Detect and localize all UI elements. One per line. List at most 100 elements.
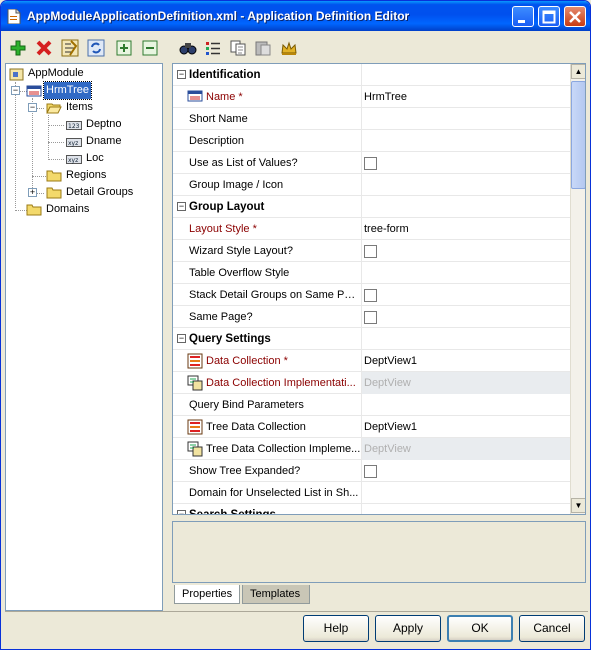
property-label: Data Collection *	[173, 350, 362, 372]
crown-button[interactable]	[278, 37, 300, 59]
section-title: Query Settings	[173, 328, 362, 350]
navigator-tree: AppModule − HrmTree − Items 123 Deptno x…	[5, 63, 163, 611]
property-label: Name *	[173, 86, 362, 108]
tree-item-regions[interactable]: Regions	[6, 167, 162, 184]
document-icon	[7, 8, 21, 25]
property-value-domain-unselected[interactable]	[362, 482, 570, 504]
property-row-domain-unselected[interactable]: Domain for Unselected List in Sh...	[173, 482, 570, 504]
property-value-group-image[interactable]	[362, 174, 570, 196]
property-value-data-collection[interactable]: DeptView1	[362, 350, 570, 372]
property-value-tree-data-collection[interactable]: DeptView1	[362, 416, 570, 438]
tree-item-domains[interactable]: Domains	[6, 201, 162, 218]
property-label: Wizard Style Layout?	[173, 240, 362, 262]
crown-icon	[281, 41, 297, 55]
property-row-table-overflow[interactable]: Table Overflow Style	[173, 262, 570, 284]
property-row-stack-detail[interactable]: Stack Detail Groups on Same Page?	[173, 284, 570, 306]
refresh-button[interactable]	[85, 37, 107, 59]
property-value-stack-detail	[362, 284, 570, 306]
show-tree-expanded-checkbox[interactable]	[364, 465, 377, 478]
property-row-data-collection[interactable]: Data Collection * DeptView1	[173, 350, 570, 372]
property-row-description[interactable]: Description	[173, 130, 570, 152]
property-value-description[interactable]	[362, 130, 570, 152]
tree-item-hrmtree[interactable]: − HrmTree	[6, 81, 162, 100]
property-label: Short Name	[173, 108, 362, 130]
property-row-layout-style[interactable]: Layout Style * tree-form	[173, 218, 570, 240]
find-button[interactable]	[177, 37, 199, 59]
property-value-short-name[interactable]	[362, 108, 570, 130]
collapse-all-icon	[142, 40, 158, 56]
property-row-data-collection-impl[interactable]: Data Collection Implementati... DeptView	[173, 372, 570, 394]
property-value-use-as-lov	[362, 152, 570, 174]
use-as-lov-checkbox[interactable]	[364, 157, 377, 170]
property-value-name[interactable]: HrmTree	[362, 86, 570, 108]
property-scrollbar[interactable]: ▲ ▼	[570, 64, 585, 514]
copy-icon	[230, 40, 246, 56]
section-partially-visible[interactable]: − Search Settings	[173, 504, 570, 514]
property-row-short-name[interactable]: Short Name	[173, 108, 570, 130]
copy-button[interactable]	[227, 37, 249, 59]
close-icon	[569, 11, 581, 23]
property-row-group-image[interactable]: Group Image / Icon	[173, 174, 570, 196]
ok-button[interactable]: OK	[447, 615, 513, 642]
property-label: Data Collection Implementati...	[173, 372, 362, 394]
help-button[interactable]: Help	[303, 615, 369, 642]
property-row-same-page[interactable]: Same Page?	[173, 306, 570, 328]
tree-item-loc[interactable]: xyz Loc	[6, 150, 162, 167]
list-icon	[206, 42, 220, 55]
minimize-icon	[518, 20, 525, 23]
tree-item-deptno[interactable]: 123 Deptno	[6, 116, 162, 133]
maximize-icon	[542, 10, 556, 24]
tree-item-items[interactable]: − Items	[6, 99, 162, 116]
minimize-button[interactable]	[512, 6, 534, 27]
collapse-expander-icon[interactable]: −	[11, 86, 20, 95]
property-label: Query Bind Parameters	[173, 394, 362, 416]
scroll-up-icon[interactable]: ▲	[571, 64, 585, 79]
tab-templates[interactable]: Templates	[242, 585, 310, 604]
property-row-query-bind[interactable]: Query Bind Parameters	[173, 394, 570, 416]
section-identification[interactable]: − Identification	[173, 64, 570, 86]
scroll-thumb[interactable]	[571, 81, 585, 189]
property-row-show-tree-expanded[interactable]: Show Tree Expanded?	[173, 460, 570, 482]
section-title: Group Layout	[173, 196, 362, 218]
properties-button[interactable]	[59, 37, 81, 59]
scroll-down-icon[interactable]: ▼	[571, 498, 585, 513]
collapse-all-button[interactable]	[139, 37, 161, 59]
property-row-tree-data-collection-impl[interactable]: Tree Data Collection Impleme... DeptView	[173, 438, 570, 460]
expand-expander-icon[interactable]: +	[28, 188, 37, 197]
list-view-button[interactable]	[202, 37, 224, 59]
tree-item-detail-groups[interactable]: + Detail Groups	[6, 184, 162, 201]
tree-item-label: Items	[66, 101, 93, 113]
cancel-button[interactable]: Cancel	[519, 615, 585, 642]
property-row-name[interactable]: Name * HrmTree	[173, 86, 570, 108]
title-bar[interactable]: AppModuleApplicationDefinition.xml - App…	[1, 1, 590, 31]
property-row-tree-data-collection[interactable]: Tree Data Collection DeptView1	[173, 416, 570, 438]
section-query-settings[interactable]: − Query Settings	[173, 328, 570, 350]
wizard-style-checkbox[interactable]	[364, 245, 377, 258]
property-label: Description	[173, 130, 362, 152]
property-value-table-overflow[interactable]	[362, 262, 570, 284]
property-value-tree-data-collection-impl: DeptView	[362, 438, 570, 460]
collapse-expander-icon[interactable]: −	[28, 103, 37, 112]
maximize-button[interactable]	[538, 6, 560, 27]
property-value-layout-style[interactable]: tree-form	[362, 218, 570, 240]
delete-button[interactable]	[33, 37, 55, 59]
same-page-checkbox[interactable]	[364, 311, 377, 324]
property-label: Stack Detail Groups on Same Page?	[173, 284, 362, 306]
property-value-query-bind[interactable]	[362, 394, 570, 416]
stack-detail-checkbox[interactable]	[364, 289, 377, 302]
add-button[interactable]	[7, 37, 29, 59]
property-row-wizard-style[interactable]: Wizard Style Layout?	[173, 240, 570, 262]
property-row-use-as-lov[interactable]: Use as List of Values?	[173, 152, 570, 174]
tree-item-appmodule[interactable]: AppModule	[6, 65, 162, 82]
tab-properties[interactable]: Properties	[174, 585, 240, 604]
button-bar-divider	[5, 611, 588, 612]
expand-all-button[interactable]	[113, 37, 135, 59]
close-button[interactable]	[564, 6, 586, 27]
expand-all-icon	[116, 40, 132, 56]
section-group-layout[interactable]: − Group Layout	[173, 196, 570, 218]
property-label: Layout Style *	[173, 218, 362, 240]
apply-button[interactable]: Apply	[375, 615, 441, 642]
paste-button[interactable]	[252, 37, 274, 59]
tree-item-dname[interactable]: xyz Dname	[6, 133, 162, 150]
property-label: Tree Data Collection Impleme...	[173, 438, 362, 460]
